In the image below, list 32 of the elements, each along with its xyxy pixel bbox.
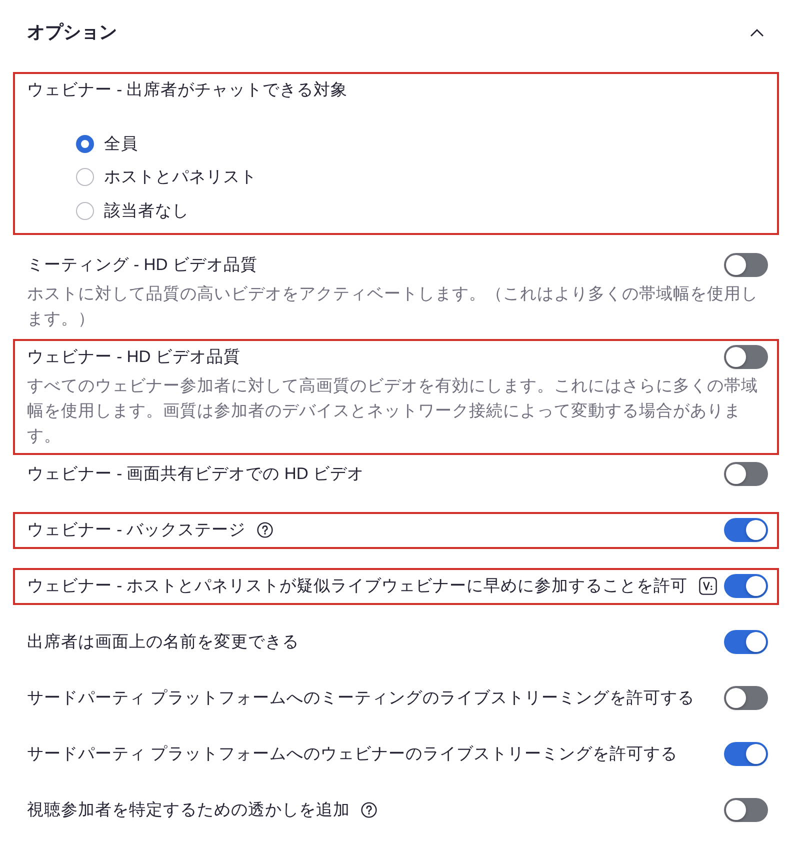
section-title: オプション [27, 21, 117, 44]
setting-description: ホストに対して品質の高いビデオをアクティベートします。（これはより多くの帯域幅を使用します。） [27, 282, 759, 330]
toggle-switch[interactable] [724, 252, 768, 276]
radio-button[interactable] [76, 134, 94, 153]
setting-label: ミーティング - HD ビデオ品質 [27, 254, 258, 276]
radio-label[interactable]: 該当者なし [104, 198, 189, 223]
setting-description: すべてのウェビナー参加者に対して高画質のビデオを有効にします。これにはさらに多くの帯域幅を使用します。画質は参加者のデバイスとネットワーク接続によって変動する場合があります。 [27, 374, 759, 446]
radio-label[interactable]: ホストとパネリスト [104, 165, 257, 190]
setting-label: サードパーティ プラットフォームへのウェビナーのライブストリーミングを許可する [27, 742, 678, 764]
toggle-switch[interactable] [724, 574, 768, 598]
setting-label: 視聴参加者を特定するための透かしを追加 [27, 798, 350, 820]
radio-label[interactable]: 全員 [104, 132, 138, 156]
setting-label: ウェビナー - バックステージ [27, 518, 246, 540]
setting-label: ウェビナー - 画面共有ビデオでの HD ビデオ [27, 462, 364, 484]
setting-label: サードパーティ プラットフォームへのミーティングのライブストリーミングを許可する [27, 686, 695, 708]
setting-label: ウェビナー - HD ビデオ品質 [27, 346, 240, 368]
toggle-switch[interactable] [724, 686, 768, 710]
setting-label: ウェビナー - ホストとパネリストが疑似ライブウェビナーに早めに参加することを許可 [27, 574, 688, 596]
toggle-switch[interactable] [724, 742, 768, 766]
toggle-switch[interactable] [724, 518, 768, 542]
help-icon[interactable] [256, 522, 273, 538]
toggle-switch[interactable] [724, 798, 768, 822]
toggle-switch[interactable] [724, 462, 768, 486]
setting-label: ウェビナー - 出席者がチャットできる対象 [27, 79, 348, 101]
toggle-switch[interactable] [724, 344, 768, 368]
setting-label: 出席者は画面上の名前を変更できる [27, 630, 299, 652]
radio-button[interactable] [76, 168, 94, 186]
toggle-switch[interactable] [724, 630, 768, 654]
help-icon[interactable] [361, 802, 377, 818]
chevron-up-icon[interactable] [750, 28, 764, 37]
radio-button[interactable] [76, 202, 94, 220]
v-square-icon [698, 576, 717, 594]
